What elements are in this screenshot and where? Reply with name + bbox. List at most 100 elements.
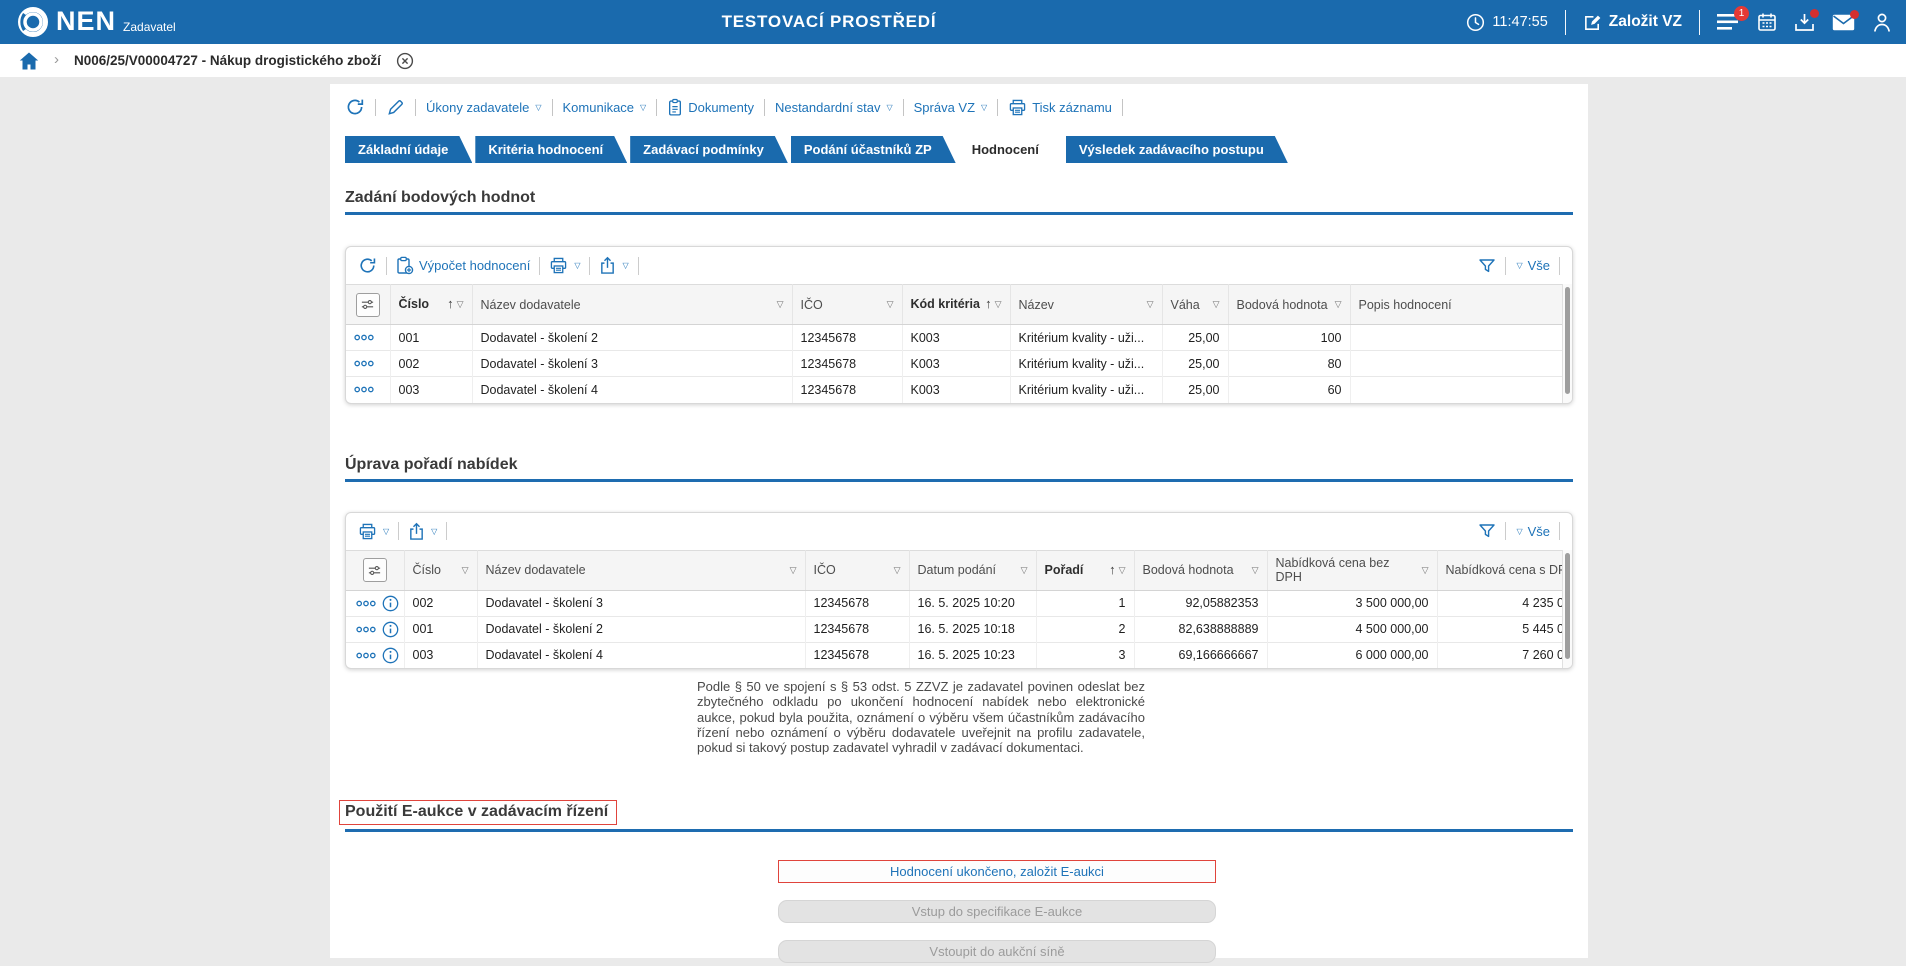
col-header-kod-kriteria[interactable]: Kód kritéria↑▽ — [902, 285, 1010, 325]
table-scrollbar[interactable] — [1562, 550, 1572, 669]
col-header-poradi[interactable]: Pořadí↑▽ — [1036, 550, 1134, 590]
col-header-popis[interactable]: Popis hodnocení — [1350, 285, 1572, 325]
table-row[interactable]: 001 Dodavatel - školení 2 12345678 K003 … — [346, 325, 1572, 351]
refresh-button[interactable] — [345, 97, 365, 117]
menu-button[interactable]: 1 — [1717, 13, 1740, 31]
filter-down-icon[interactable]: ▽ — [777, 299, 784, 309]
edit-record-button[interactable] — [386, 98, 405, 117]
menu-dokumenty[interactable]: Dokumenty — [667, 98, 754, 117]
finish-evaluation-create-eauction-button[interactable]: Hodnocení ukončeno, založit E-aukci — [778, 860, 1216, 883]
row-menu-icon[interactable] — [354, 386, 382, 393]
menu-nestandardni-stav[interactable]: Nestandardní stav ▽ — [775, 100, 893, 115]
home-icon[interactable] — [19, 52, 39, 70]
filter-down-icon[interactable]: ▽ — [462, 565, 469, 575]
cell-popis — [1350, 325, 1572, 351]
filter-down-icon[interactable]: ▽ — [1213, 299, 1220, 309]
col-header-bodova-hodnota[interactable]: Bodová hodnota▽ — [1228, 285, 1350, 325]
export-icon — [408, 522, 425, 541]
cell-row-menu — [346, 377, 390, 403]
table-row[interactable]: 001 Dodavatel - školení 2 12345678 16. 5… — [346, 616, 1572, 642]
column-settings-icon[interactable] — [356, 293, 380, 317]
table-print-button[interactable]: ▽ — [549, 257, 580, 274]
filter-down-icon[interactable]: ▽ — [1147, 299, 1154, 309]
messages-button[interactable] — [1832, 14, 1855, 31]
nen-logo[interactable]: NEN Zadavatel — [16, 3, 176, 39]
filter-button[interactable] — [1478, 257, 1496, 275]
col-header-cislo[interactable]: Číslo▽ — [404, 550, 477, 590]
compute-score-button[interactable]: Výpočet hodnocení — [396, 256, 530, 275]
row-menu-icon[interactable] — [356, 626, 376, 633]
col-header-nazev[interactable]: Název▽ — [1010, 285, 1162, 325]
tab-zakladni-udaje[interactable]: Základní údaje — [345, 136, 472, 163]
enter-auction-room-button[interactable]: Vstoupit do aukční síně — [778, 940, 1216, 963]
scrollbar-thumb[interactable] — [1565, 287, 1570, 394]
tab-kriteria-hodnoceni[interactable]: Kritéria hodnocení — [475, 136, 627, 163]
table-row[interactable]: 002 Dodavatel - školení 3 12345678 16. 5… — [346, 590, 1572, 616]
row-menu-icon[interactable] — [354, 360, 382, 367]
table-row[interactable]: 002 Dodavatel - školení 3 12345678 K003 … — [346, 351, 1572, 377]
filter-down-icon[interactable]: ▽ — [887, 299, 894, 309]
table-export-button[interactable]: ▽ — [408, 522, 437, 541]
col-header-cena-bez-dph[interactable]: Nabídková cena bez DPH▽ — [1267, 550, 1437, 590]
col-header-bodova-hodnota[interactable]: Bodová hodnota▽ — [1134, 550, 1267, 590]
filter-down-icon[interactable]: ▽ — [790, 565, 797, 575]
table-row[interactable]: 003 Dodavatel - školení 4 12345678 K003 … — [346, 377, 1572, 403]
table-export-button[interactable]: ▽ — [599, 256, 628, 275]
info-icon[interactable] — [382, 621, 399, 638]
menu-sprava-vz[interactable]: Správa VZ ▽ — [914, 100, 988, 115]
filter-down-icon[interactable]: ▽ — [1422, 565, 1429, 575]
col-header-ico[interactable]: IČO▽ — [792, 285, 902, 325]
row-menu-icon[interactable] — [354, 334, 382, 341]
table-row[interactable]: 003 Dodavatel - školení 4 12345678 16. 5… — [346, 642, 1572, 668]
filter-down-icon[interactable]: ▽ — [1335, 299, 1342, 309]
col-header-dodavatel[interactable]: Název dodavatele▽ — [477, 550, 805, 590]
eauction-buttons: Hodnocení ukončeno, založit E-aukci Vstu… — [778, 832, 1216, 963]
tab-vysledek[interactable]: Výsledek zadávacího postupu — [1066, 136, 1288, 163]
row-menu-icon[interactable] — [356, 652, 376, 659]
column-settings-icon[interactable] — [363, 558, 387, 582]
col-header-datum-podani[interactable]: Datum podání▽ — [909, 550, 1036, 590]
filter-down-icon[interactable]: ▽ — [457, 299, 464, 309]
filter-button[interactable] — [1478, 522, 1496, 540]
info-icon[interactable] — [382, 647, 399, 664]
filter-down-icon[interactable]: ▽ — [1252, 565, 1259, 575]
filter-all-selector[interactable]: ▽ Vše — [1515, 524, 1550, 539]
col-header-dodavatel[interactable]: Název dodavatele▽ — [472, 285, 792, 325]
user-profile-button[interactable] — [1872, 12, 1892, 33]
filter-down-icon[interactable]: ▽ — [894, 565, 901, 575]
table-print-button[interactable]: ▽ — [358, 523, 389, 540]
cell-row-menu — [346, 642, 404, 668]
col-header-ico[interactable]: IČO▽ — [805, 550, 909, 590]
close-record-icon[interactable] — [396, 52, 414, 70]
calendar-button[interactable] — [1757, 12, 1777, 32]
menu-komunikace[interactable]: Komunikace ▽ — [563, 100, 647, 115]
sprava-label: Správa VZ — [914, 100, 975, 115]
tab-hodnoceni[interactable]: Hodnocení — [959, 136, 1063, 163]
menu-ukony-zadavatele[interactable]: Úkony zadavatele ▽ — [426, 100, 542, 115]
tab-podani-ucastniku[interactable]: Podání účastníků ZP — [791, 136, 956, 163]
col-header-cislo[interactable]: Číslo↑▽ — [390, 285, 472, 325]
filter-down-icon[interactable]: ▽ — [1119, 565, 1126, 575]
print-record-button[interactable]: Tisk záznamu — [1008, 99, 1112, 116]
cell-bodova-hodnota: 82,638888889 — [1134, 616, 1267, 642]
scrollbar-thumb[interactable] — [1565, 553, 1570, 660]
column-settings-header[interactable] — [346, 285, 390, 325]
tab-zadavaci-podminky[interactable]: Zadávací podmínky — [630, 136, 788, 163]
info-icon[interactable] — [382, 595, 399, 612]
filter-down-icon[interactable]: ▽ — [995, 299, 1002, 309]
downloads-button[interactable] — [1794, 13, 1815, 32]
filter-down-icon[interactable]: ▽ — [1021, 565, 1028, 575]
breadcrumb-record-title[interactable]: N006/25/V00004727 - Nákup drogistického … — [74, 53, 381, 68]
table-refresh-button[interactable] — [358, 256, 377, 275]
row-menu-icon[interactable] — [356, 600, 376, 607]
column-settings-header[interactable] — [346, 550, 404, 590]
table-scrollbar[interactable] — [1562, 284, 1572, 403]
create-vz-button[interactable]: Založit VZ — [1583, 13, 1682, 32]
eauction-specification-button[interactable]: Vstup do specifikace E-aukce — [778, 900, 1216, 923]
col-header-cena-s-dph[interactable]: Nabídková cena s DPH — [1437, 550, 1572, 590]
cell-dodavatel: Dodavatel - školení 2 — [477, 616, 805, 642]
filter-all-selector[interactable]: ▽ Vše — [1515, 258, 1550, 273]
cell-dodavatel: Dodavatel - školení 3 — [472, 351, 792, 377]
col-header-vaha[interactable]: Váha▽ — [1162, 285, 1228, 325]
cell-cena-bez-dph: 4 500 000,00 — [1267, 616, 1437, 642]
